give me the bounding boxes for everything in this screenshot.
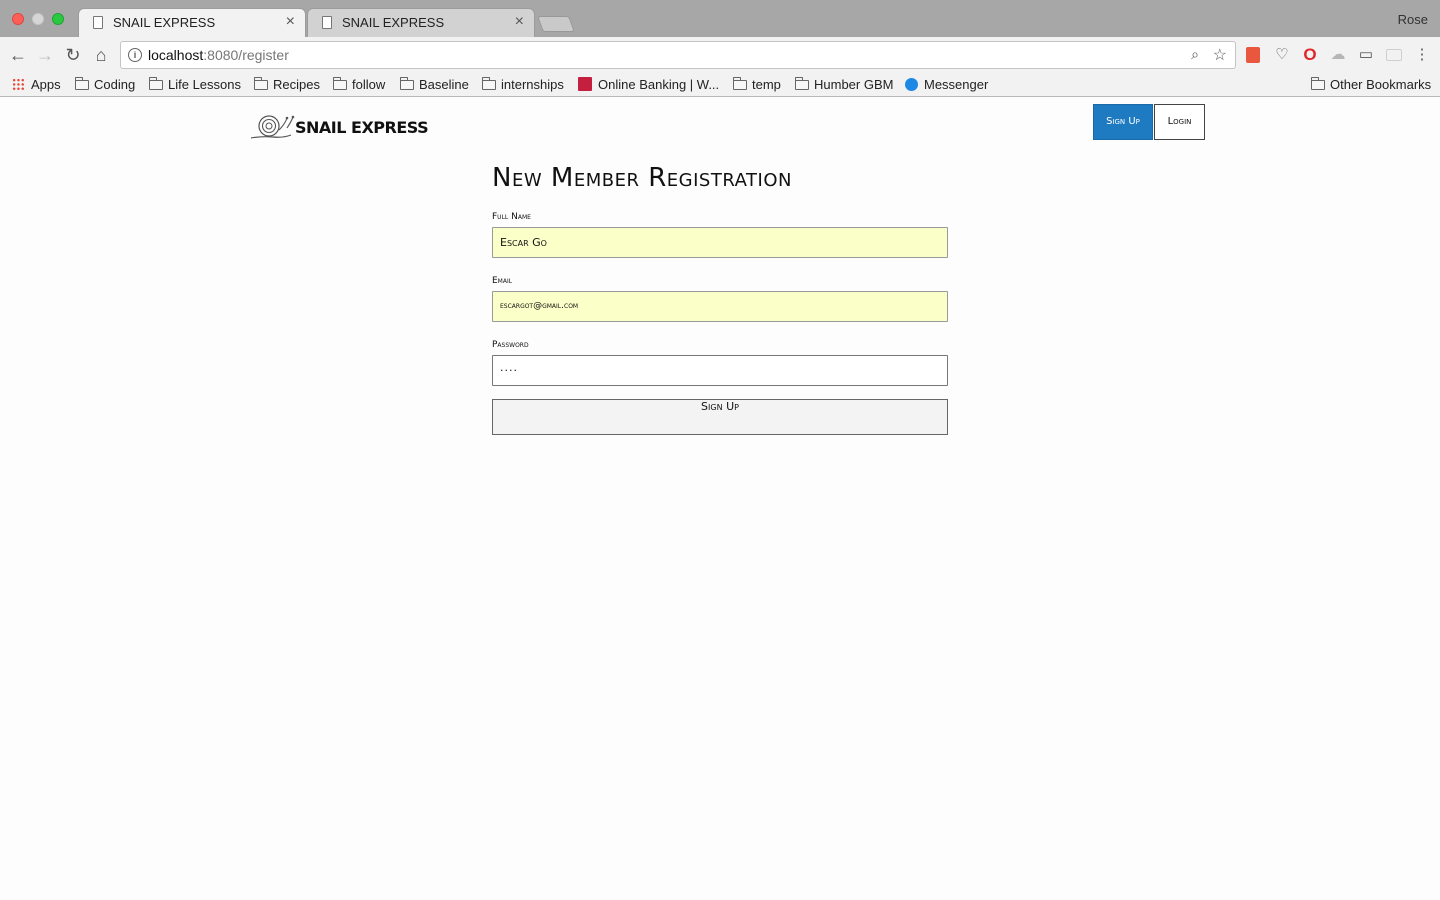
close-window-icon[interactable] [12,13,24,25]
signup-nav-button[interactable]: Sign Up [1093,104,1153,140]
close-tab-icon[interactable]: × [286,13,295,31]
tab-title: SNAIL EXPRESS [342,15,445,30]
snail-icon [250,115,295,139]
folder-icon [333,77,347,90]
page-title: New Member Registration [492,163,792,193]
signup-submit-button[interactable]: Sign Up [492,399,948,435]
browser-tab-2[interactable]: SNAIL EXPRESS × [307,8,535,37]
folder-icon [795,77,809,90]
minimize-window-icon[interactable] [32,13,44,25]
folder-icon [254,77,268,90]
bookmark-recipes[interactable]: Recipes [254,75,320,95]
folder-icon [75,77,89,90]
logo-text: SNAIL EXPRESS [295,118,429,137]
opera-extension-icon[interactable]: O [1301,46,1319,64]
full-name-label: Full Name [492,212,531,222]
zoom-icon[interactable]: ⌕ [1191,46,1199,63]
bookmark-internships[interactable]: internships [482,75,564,95]
home-icon[interactable]: ⌂ [89,43,113,67]
email-input[interactable]: escargot@gmail.com [492,291,948,322]
bank-icon [578,77,592,91]
folder-icon [400,77,414,90]
address-url: localhost:8080/register [148,47,289,63]
profile-name[interactable]: Rose [1398,12,1428,27]
address-bar[interactable]: i localhost:8080/register ⌕ ☆ [120,41,1236,69]
bookmark-star-icon[interactable]: ☆ [1213,45,1227,65]
password-label: Password [492,340,529,350]
bookmark-life-lessons[interactable]: Life Lessons [149,75,241,95]
cast-icon[interactable]: ▭ [1357,46,1375,64]
new-tab-button[interactable] [537,16,575,32]
browser-titlebar: SNAIL EXPRESS × SNAIL EXPRESS × Rose [0,0,1440,37]
menu-kebab-icon[interactable]: ⋮ [1413,46,1431,64]
full-name-input[interactable]: Escar Go [492,227,948,258]
page-content: SNAIL EXPRESS Sign Up Login New Member R… [0,97,1440,900]
password-input[interactable]: ···· [492,355,948,386]
bookmark-apps[interactable]: Apps [12,75,61,95]
apps-icon [12,78,25,91]
info-icon[interactable]: i [128,48,142,62]
forward-arrow-icon[interactable]: → [33,43,57,67]
folder-icon [733,77,747,90]
bookmark-extension-icon[interactable] [1246,47,1260,63]
page-icon [93,16,103,29]
bookmark-follow[interactable]: follow [333,75,385,95]
messenger-icon [905,78,918,91]
browser-toolbar: ← → ↻ ⌂ i localhost:8080/register ⌕ ☆ ♡ … [0,37,1440,73]
email-label: Email [492,276,513,286]
folder-icon [482,77,496,90]
bookmark-baseline[interactable]: Baseline [400,75,469,95]
bookmarks-bar: Apps Coding Life Lessons Recipes follow … [0,73,1440,97]
close-tab-icon[interactable]: × [515,13,524,31]
folder-icon [1311,77,1325,90]
bookmark-humber-gbm[interactable]: Humber GBM [795,75,893,95]
maximize-window-icon[interactable] [52,13,64,25]
back-arrow-icon[interactable]: ← [6,43,30,67]
reload-icon[interactable]: ↻ [61,43,85,67]
login-nav-button[interactable]: Login [1154,104,1205,140]
bookmark-messenger[interactable]: Messenger [905,75,988,95]
heart-extension-icon[interactable]: ♡ [1273,46,1291,64]
browser-tab-1[interactable]: SNAIL EXPRESS × [78,8,306,37]
bookmark-coding[interactable]: Coding [75,75,135,95]
folder-icon [149,77,163,90]
blank-extension-icon[interactable] [1386,49,1402,61]
tab-title: SNAIL EXPRESS [113,15,216,30]
bookmark-other[interactable]: Other Bookmarks [1311,75,1431,95]
cloud-extension-icon[interactable]: ☁ [1329,46,1347,64]
bookmark-online-banking[interactable]: Online Banking | W... [578,75,719,95]
page-icon [322,16,332,29]
bookmark-temp[interactable]: temp [733,75,781,95]
